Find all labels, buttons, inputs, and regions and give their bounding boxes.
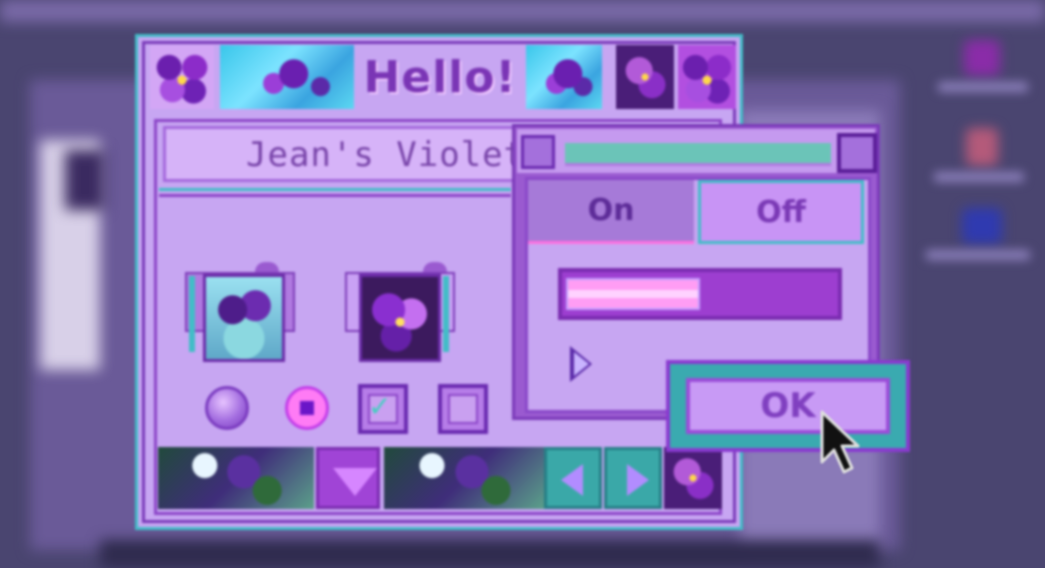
desktop-taskbar: [100, 540, 880, 568]
bottom-toolbar: [158, 447, 722, 509]
radio-button-2[interactable]: [285, 386, 329, 430]
check-icon: ✓: [368, 390, 392, 423]
foliage-tile-icon: [384, 447, 544, 509]
frame-stripe: [443, 276, 449, 352]
radio-dot: [300, 401, 314, 415]
desktop-menubar: [0, 0, 1045, 22]
checkbox-2[interactable]: [438, 384, 488, 434]
violet-sky-tile-icon: [220, 45, 354, 109]
next-button[interactable]: [604, 447, 662, 509]
violet-tile-icon: [150, 45, 214, 109]
scroll-up-button[interactable]: [316, 447, 380, 509]
cursor-icon: [820, 410, 860, 474]
desktop-icon-toy[interactable]: [966, 128, 998, 166]
divider: [159, 188, 511, 191]
arrow-left-icon: [561, 464, 583, 496]
desktop-icon-flower[interactable]: [964, 40, 1000, 76]
dialog-title-bar[interactable]: [517, 129, 877, 173]
window-title: Hello!: [363, 52, 517, 103]
toggle-on-button[interactable]: On: [528, 180, 694, 244]
play-triangle-icon[interactable]: [570, 346, 592, 382]
desktop-icon-label: [934, 172, 1024, 182]
violet-photo-icon: [359, 274, 441, 362]
dialog-close-button[interactable]: [521, 135, 555, 169]
violet-tile-icon: [678, 45, 736, 109]
prev-button[interactable]: [544, 447, 602, 509]
panel-label: Jean's Violets: [246, 135, 547, 175]
radio-button-1[interactable]: [205, 386, 249, 430]
ok-button[interactable]: OK: [666, 360, 910, 452]
title-bar[interactable]: Hello!: [148, 45, 736, 109]
background-thumbnail: [65, 150, 105, 210]
photo-frame-2[interactable]: [345, 262, 455, 362]
slider-track[interactable]: [558, 268, 842, 320]
foliage-tile-icon: [158, 447, 314, 509]
divider: [159, 194, 511, 197]
desktop-icon-label: [938, 82, 1028, 92]
violet-photo-icon: [203, 274, 285, 362]
toggle-off-button[interactable]: Off: [698, 180, 864, 244]
triangle-up-icon: [333, 468, 377, 496]
violet-tile-icon: [616, 45, 674, 109]
photo-frame-1[interactable]: [185, 262, 295, 362]
violet-sky-tile-icon: [526, 45, 602, 109]
desktop-icon-globe[interactable]: [962, 208, 1002, 244]
checkbox-inner: [448, 394, 478, 424]
violet-tile-icon: [664, 447, 722, 509]
slider-fill: [566, 278, 700, 310]
dialog-title-stripe: [565, 143, 831, 166]
frame-stripe: [189, 276, 195, 352]
arrow-right-icon: [627, 464, 649, 496]
desktop-icon-label: [926, 250, 1030, 260]
checkbox-1[interactable]: ✓: [358, 384, 408, 434]
dialog-maximize-button[interactable]: [837, 133, 877, 173]
